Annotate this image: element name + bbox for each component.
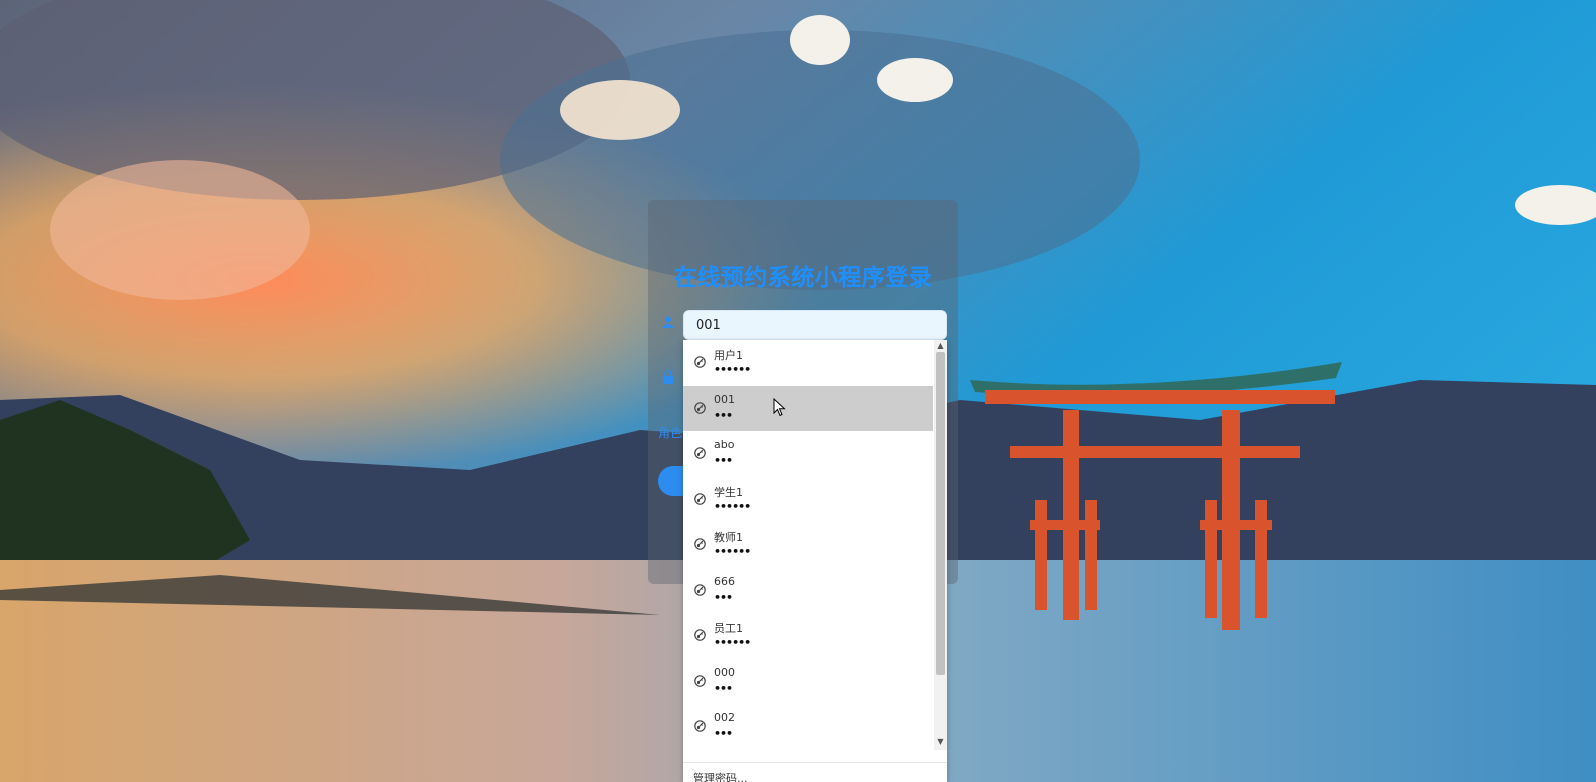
mouse-cursor-icon [773,398,786,417]
autocomplete-item[interactable]: 666 ••• [683,568,933,614]
autocomplete-item-password-mask: ••• [714,681,733,695]
scroll-up-arrow-icon[interactable]: ▲ [934,340,947,352]
autocomplete-item-name: 001 [714,392,735,406]
autocomplete-item[interactable]: 001 ••• [683,385,933,431]
autocomplete-item[interactable]: 000 ••• [683,659,933,705]
key-icon [694,492,706,505]
autocomplete-item-name: 教师1 [714,531,743,544]
autocomplete-dropdown: 用户1 •••••• 001 ••• abo ••• 学生1 •••••• 教师1 •••••• 6… [683,340,947,782]
key-icon [694,583,706,596]
autocomplete-item-name: 000 [714,665,735,679]
autocomplete-item-name: 学生1 [714,485,743,499]
login-title: 在线预约系统小程序登录 [673,265,933,291]
autocomplete-item-name: abo [714,438,735,451]
autocomplete-item-password-mask: ••• [714,454,733,467]
dropdown-scrollbar[interactable]: ▲ ▼ [934,340,947,750]
autocomplete-item-password-mask: ••• [714,590,733,604]
key-icon [694,674,706,687]
autocomplete-list: 用户1 •••••• 001 ••• abo ••• 学生1 •••••• 教师1 •••••• 6… [683,340,933,750]
autocomplete-item-password-mask: •••••• [714,363,751,376]
autocomplete-item-password-mask: ••• [714,408,733,422]
dropdown-divider [683,762,947,763]
autocomplete-item-name: 002 [714,711,735,724]
autocomplete-item-password-mask: •••••• [714,499,751,513]
username-input[interactable] [683,310,947,340]
key-icon [694,629,706,641]
autocomplete-item[interactable]: 学生1 •••••• [683,477,933,523]
autocomplete-item[interactable]: 002 ••• [683,704,933,750]
key-icon [694,401,706,414]
autocomplete-item-name: 员工1 [714,622,743,635]
scroll-down-arrow-icon[interactable]: ▼ [934,736,947,748]
key-icon [694,720,706,732]
manage-passwords-link[interactable]: 管理密码... [693,770,748,782]
autocomplete-item[interactable]: abo ••• [683,431,933,477]
autocomplete-item[interactable]: 用户1 •••••• [683,340,933,386]
autocomplete-item-password-mask: ••• [714,727,733,740]
scrollbar-thumb[interactable] [936,352,945,675]
user-icon [662,316,674,328]
autocomplete-item-name: 666 [714,574,735,588]
autocomplete-item[interactable]: 教师1 •••••• [683,522,933,568]
key-icon [694,356,706,368]
key-icon [694,538,706,550]
key-icon [694,447,706,459]
role-label: 角色 [658,426,683,440]
autocomplete-item-password-mask: •••••• [714,545,751,558]
autocomplete-item-password-mask: •••••• [714,636,751,649]
autocomplete-item-name: 用户1 [714,349,743,362]
autocomplete-item[interactable]: 员工1 •••••• [683,613,933,659]
lock-icon [663,370,673,384]
